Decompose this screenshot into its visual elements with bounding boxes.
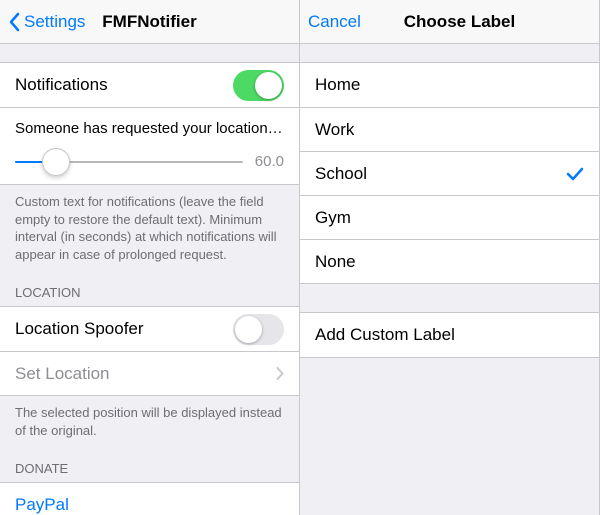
settings-pane: Settings FMFNotifier Notifications Someo…	[0, 0, 300, 515]
add-custom-label-row[interactable]: Add Custom Label	[300, 313, 599, 357]
location-spoofer-row[interactable]: Location Spoofer	[0, 307, 299, 351]
interval-slider-row: 60.0	[0, 143, 299, 184]
right-navbar: Cancel Choose Label	[300, 0, 599, 44]
checkmark-icon	[566, 165, 584, 183]
paypal-row[interactable]: PayPal	[0, 483, 299, 515]
donate-group: PayPal	[0, 482, 299, 515]
chevron-right-icon	[276, 367, 284, 380]
set-location-row[interactable]: Set Location	[0, 351, 299, 395]
label-option-text: Work	[315, 120, 354, 140]
label-option-text: Home	[315, 75, 360, 95]
location-footer: The selected position will be displayed …	[0, 396, 299, 447]
back-label: Settings	[24, 12, 85, 32]
cancel-button[interactable]: Cancel	[308, 12, 361, 32]
location-spoofer-label: Location Spoofer	[15, 319, 144, 339]
label-option[interactable]: None	[300, 239, 599, 283]
interval-slider[interactable]	[15, 161, 243, 163]
notifications-footer: Custom text for notifications (leave the…	[0, 185, 299, 271]
location-group: Location Spoofer Set Location	[0, 306, 299, 396]
notifications-toggle[interactable]	[233, 70, 284, 101]
label-option-text: Gym	[315, 208, 351, 228]
label-option[interactable]: Work	[300, 107, 599, 151]
notifications-group: Notifications Someone has requested your…	[0, 62, 299, 185]
set-location-label: Set Location	[15, 364, 110, 384]
notification-text-field[interactable]: Someone has requested your location thro…	[0, 107, 299, 143]
left-navbar: Settings FMFNotifier	[0, 0, 299, 44]
add-custom-group: Add Custom Label	[300, 312, 599, 358]
interval-slider-value: 60.0	[255, 153, 284, 170]
label-option-text: School	[315, 164, 367, 184]
location-spoofer-toggle[interactable]	[233, 314, 284, 345]
location-header: Location	[0, 271, 299, 306]
cancel-label: Cancel	[308, 12, 361, 32]
back-button[interactable]: Settings	[8, 12, 85, 32]
label-option[interactable]: School	[300, 151, 599, 195]
notifications-label: Notifications	[15, 75, 108, 95]
add-custom-label-text: Add Custom Label	[315, 325, 455, 345]
labels-group: Home Work School Gym None	[300, 62, 599, 284]
label-option[interactable]: Home	[300, 63, 599, 107]
notifications-row[interactable]: Notifications	[0, 63, 299, 107]
slider-thumb-icon[interactable]	[42, 148, 70, 176]
choose-label-pane: Cancel Choose Label Home Work School Gym Non…	[300, 0, 600, 515]
label-option-text: None	[315, 252, 356, 272]
chevron-left-icon	[8, 12, 20, 32]
label-option[interactable]: Gym	[300, 195, 599, 239]
donate-header: Donate	[0, 447, 299, 482]
paypal-label: PayPal	[15, 495, 69, 515]
